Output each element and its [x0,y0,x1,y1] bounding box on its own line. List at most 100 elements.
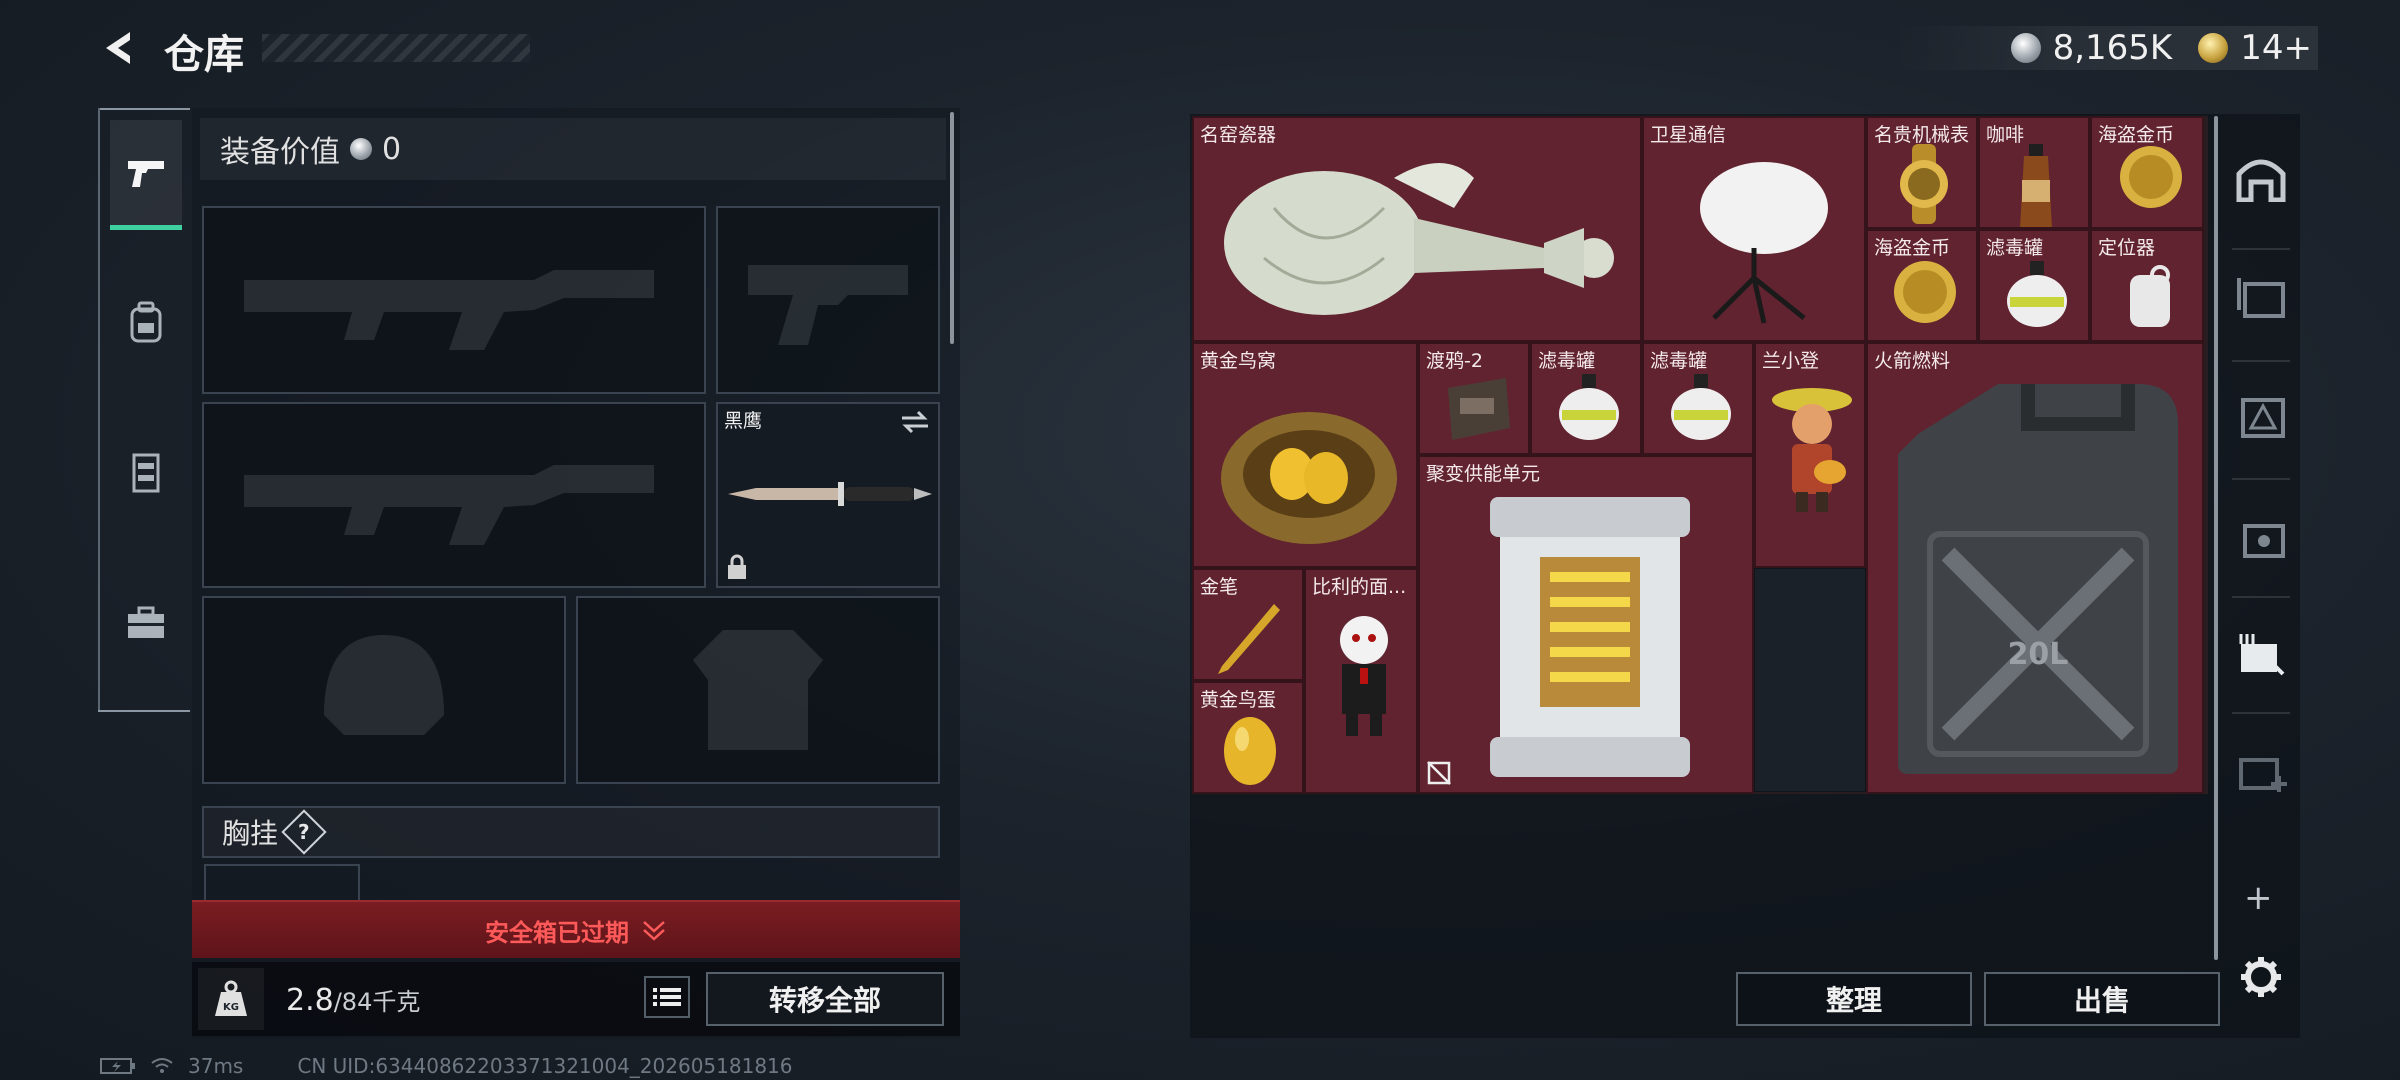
cassette-icon [1448,378,1510,440]
stash-tab-5[interactable] [2230,740,2292,802]
empty-cell[interactable] [1754,568,1866,792]
equipment-value-label: 装备价值 [220,135,340,170]
equipment-tabs [98,108,190,712]
chest-rig-row[interactable]: 胸挂 ? [202,806,940,858]
stash-item-golden-egg[interactable]: 黄金鸟蛋 [1192,681,1304,794]
pen-icon [1218,604,1280,674]
armor-slot[interactable] [576,596,940,784]
gear-icon [2241,957,2281,997]
melee-name: 黑鹰 [724,410,763,432]
helmet-silhouette-icon [324,635,444,735]
sell-button[interactable]: 出售 [1984,972,2220,1026]
filter-canister-icon [1559,374,1619,440]
coffee-bottle-icon [2020,144,2052,227]
organize-button[interactable]: 整理 [1736,972,1972,1026]
tab-weapons[interactable] [110,120,182,230]
golden-nest-icon [1221,412,1397,544]
list-view-button[interactable] [644,976,690,1018]
help-icon[interactable]: ? [281,809,327,855]
back-arrow-icon [106,32,130,64]
ping-value: 37ms [188,1054,244,1078]
primary-weapon-slot[interactable] [202,206,706,394]
armor-silhouette-icon [693,630,823,750]
equipment-value-row: 装备价值 0 [200,118,946,180]
stash-tab-3[interactable] [2230,506,2292,568]
carry-weight: 2.8/84千克 [286,982,420,1018]
item-label: 咖啡 [1986,124,2025,146]
rail-divider [2232,478,2290,480]
stash-tab-4[interactable] [2230,622,2292,684]
stash-page-icon [2237,278,2285,318]
stash-item-coffee[interactable]: 咖啡 [1978,116,2090,229]
stash-item-pirate-coin[interactable]: 海盗金币 [1866,229,1978,342]
stash-scrollbar[interactable] [2214,116,2218,960]
stash-page-icon [2239,758,2287,792]
rail-divider [2232,360,2290,362]
rail-divider [2232,712,2290,714]
stash-tab-1[interactable] [2230,266,2292,328]
loadout-scrollbar[interactable] [950,112,954,344]
item-label: 海盗金币 [1874,237,1951,259]
lock-icon [728,554,746,579]
stash-item-pirate-coin[interactable]: 海盗金币 [2090,116,2204,229]
silver-coin-icon [2010,33,2041,63]
sidearm-slot[interactable] [716,206,940,394]
page-title: 仓库 [164,32,244,78]
helmet-slot[interactable] [202,596,566,784]
swap-icon[interactable] [900,410,930,434]
stash-item-golden-nest[interactable]: 黄金鸟窝 [1192,342,1418,568]
add-stash-tab-button[interactable]: + [2244,878,2273,918]
tab-case[interactable] [110,568,182,678]
melee-slot[interactable]: 黑鹰 [716,402,940,588]
stash-item-filter-canister[interactable]: 滤毒罐 [1642,342,1754,455]
safe-box-expired-banner[interactable]: 安全箱已过期 [192,900,960,958]
stash-item-figurine[interactable]: 兰小登 [1754,342,1866,568]
item-label: 名窑瓷器 [1200,124,1277,146]
satellite-dish-icon [1700,162,1828,324]
fusion-cell-icon [1490,497,1690,777]
item-label: 聚变供能单元 [1426,463,1541,485]
stash-item-raven[interactable]: 渡鸦-2 [1418,342,1530,455]
secondary-weapon-slot[interactable] [202,402,706,588]
stash-item-vase[interactable]: 名窑瓷器 [1192,116,1642,342]
stash-tab-2[interactable] [2230,386,2292,448]
chest-rig-slot[interactable] [204,864,360,900]
pistol-silhouette-icon [748,265,908,345]
item-label: 卫星通信 [1650,124,1727,146]
back-button[interactable] [96,24,144,72]
stash-item-rocket-fuel[interactable]: 火箭燃料 20L [1866,342,2204,794]
rail-divider [2232,596,2290,598]
stash-item-satellite-comm[interactable]: 卫星通信 [1642,116,1866,342]
item-label: 渡鸦-2 [1426,350,1483,372]
item-label: 火箭燃料 [1874,350,1951,372]
stash-item-fusion-power-unit[interactable]: 聚变供能单元 [1418,455,1754,794]
stash-item-gold-pen[interactable]: 金笔 [1192,568,1304,681]
stash-item-locator[interactable]: 定位器 [2090,229,2204,342]
carry-weight-current: 2.8 [286,983,334,1018]
help-glyph: ? [298,819,310,844]
battery-icon [100,1058,135,1074]
item-label: 兰小登 [1762,350,1820,372]
tab-backpack[interactable] [110,268,182,378]
settings-button[interactable] [2236,952,2286,1002]
stash-item-filter-canister[interactable]: 滤毒罐 [1978,229,2090,342]
stash-item-filter-canister[interactable]: 滤毒罐 [1530,342,1642,455]
gold-currency-amount[interactable]: 14+ [2240,28,2312,68]
title-decoration [262,34,530,62]
transfer-all-button[interactable]: 转移全部 [706,972,944,1026]
backpack-icon [130,301,162,343]
item-label: 滤毒罐 [1986,237,2044,259]
stash-tab-all[interactable] [2230,148,2292,210]
rifle-silhouette-icon [244,270,654,350]
item-label: 名贵机械表 [1874,124,1970,146]
tab-vest[interactable] [110,418,182,528]
wifi-icon [151,1058,173,1073]
gold-coin-icon [2198,33,2229,63]
stash-item-billy-mask[interactable]: 比利的面... [1304,568,1418,794]
filter-canister-icon [2007,261,2067,327]
svg-text:KG: KG [223,1002,239,1013]
equipment-value-amount: 0 [382,131,402,167]
stash-page-icon [2239,634,2285,676]
briefcase-icon [128,606,164,638]
stash-item-watch[interactable]: 名贵机械表 [1866,116,1978,229]
